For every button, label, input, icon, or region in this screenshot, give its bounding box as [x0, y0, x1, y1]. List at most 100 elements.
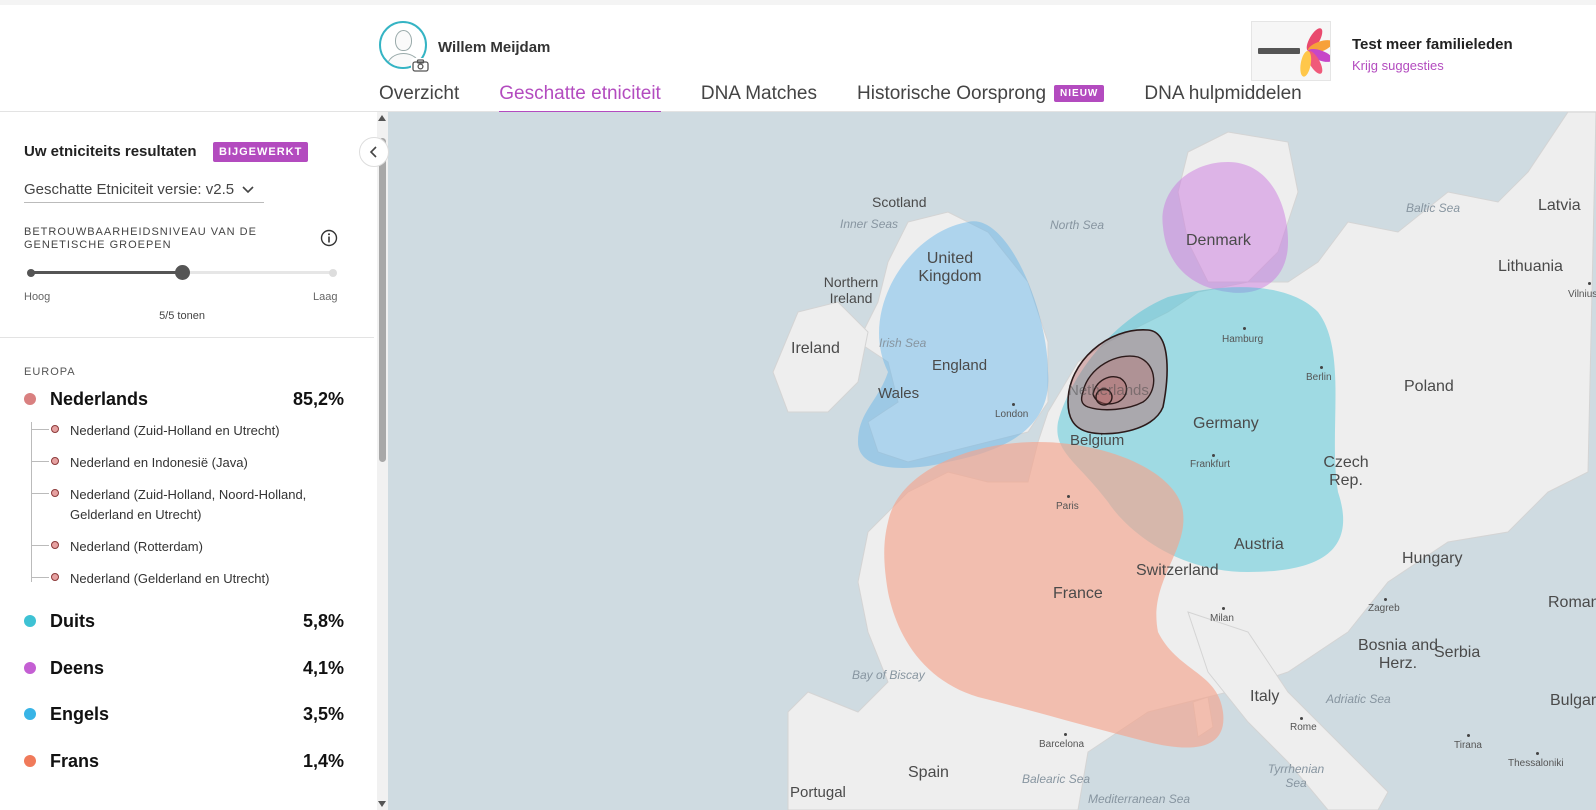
tree-branch [31, 461, 49, 462]
confidence-label: BETROUWBAARHEIDSNIVEAU VAN DE GENETISCHE… [24, 226, 257, 251]
ethnicity-percent: 4,1% [302, 657, 344, 678]
camera-icon[interactable] [411, 58, 430, 73]
kit-logo-shape [1258, 48, 1300, 54]
ethnicity-name: Engels [50, 703, 110, 724]
slider-status: 5/5 tonen [159, 310, 205, 322]
results-title: Uw etniciteits resultaten [24, 143, 197, 160]
map-label-city: Berlin [1306, 372, 1332, 383]
sub-region-dot [51, 573, 59, 581]
city-dot [1536, 752, 1539, 755]
tab-dna-matches[interactable]: DNA Matches [701, 83, 817, 111]
map-label-country: Latvia [1538, 197, 1581, 214]
ethnicity-percent: 3,5% [302, 703, 344, 724]
tab-dna-hulpmiddelen[interactable]: DNA hulpmiddelen [1144, 83, 1301, 111]
collapse-sidebar-button[interactable] [359, 137, 389, 167]
dna-kit-image[interactable] [1251, 21, 1331, 81]
avatar-head-shape [395, 30, 412, 51]
tab-historische-oorsprong[interactable]: Historische Oorsprong NIEUW [857, 83, 1105, 111]
map-label-country: Netherlands [1068, 382, 1149, 399]
promo-link[interactable]: Krijg suggesties [1352, 58, 1444, 73]
map-label-city: Frankfurt [1190, 459, 1231, 470]
map-label-country: Scotland [872, 194, 927, 210]
map-label-country: Belgium [1070, 432, 1125, 449]
map-label-country: Hungary [1402, 550, 1463, 567]
city-dot [1300, 717, 1303, 720]
sub-region-dot [51, 425, 59, 433]
map-label-sea: North Sea [1050, 218, 1105, 232]
ethnicity-row-deens[interactable]: Deens 4,1% [24, 656, 344, 680]
map-label-sea: Mediterranean Sea [1088, 792, 1191, 806]
map-label-country: Bulgaria [1550, 692, 1596, 709]
promo-title: Test meer familieleden [1352, 36, 1513, 53]
map-label-country: Denmark [1186, 232, 1251, 249]
slider-fill [30, 271, 182, 274]
updated-badge: BIJGEWERKT [213, 142, 309, 162]
color-dot [24, 662, 36, 674]
map-label-country: Serbia [1434, 644, 1481, 661]
map-label-sea: Inner Seas [840, 217, 899, 231]
map-canvas [772, 112, 1596, 810]
ethnicity-name: Frans [50, 750, 100, 771]
color-dot [24, 755, 36, 767]
tree-branch [31, 577, 49, 578]
ethnicity-percent: 85,2% [292, 388, 344, 409]
user-name: Willem Meijdam [438, 39, 551, 56]
map-label-country: Bosnia and Herz. [1357, 637, 1439, 672]
chevron-left-icon [369, 146, 377, 158]
map-label-city: Zagreb [1368, 603, 1400, 614]
sub-region-label: Nederland (Rotterdam) [70, 539, 203, 554]
slider-handle[interactable] [175, 265, 190, 280]
main-tabs: Overzicht Geschatte etniciteit DNA Match… [379, 83, 1342, 113]
info-icon[interactable] [320, 229, 338, 247]
tab-label: Overzicht [379, 83, 460, 104]
scroll-down-arrow[interactable] [378, 801, 386, 807]
city-dot [1384, 598, 1387, 601]
ethnicity-row-frans[interactable]: Frans 1,4% [24, 749, 344, 773]
ethnicity-sidebar: Uw etniciteits resultaten BIJGEWERKT Ges… [0, 113, 388, 810]
tab-label: Historische Oorsprong [857, 83, 1047, 104]
new-badge: NIEUW [1054, 85, 1105, 102]
map-label-sea: Bay of Biscay [852, 668, 925, 682]
tree-branch [31, 493, 49, 494]
slider-end-dot [329, 269, 337, 277]
slider-start-dot [27, 269, 35, 277]
kit-petal-shape [1298, 50, 1313, 78]
ethnicity-percent: 1,4% [302, 750, 344, 771]
slider-label-low: Laag [313, 291, 338, 303]
map-label-country: Lithuania [1498, 258, 1563, 275]
confidence-slider[interactable] [27, 263, 337, 283]
tree-branch [31, 545, 49, 546]
region-heading: EUROPA [24, 366, 76, 378]
map-label-sea: Balearic Sea [1022, 772, 1091, 786]
map-label-sea: Adriatic Sea [1326, 692, 1391, 706]
slider-label-high: Hoog [24, 291, 51, 303]
map-label-city: Milan [1210, 613, 1234, 624]
ethnicity-row-duits[interactable]: Duits 5,8% [24, 609, 344, 633]
divider [0, 337, 374, 338]
tree-branch [31, 429, 49, 430]
sub-region-label: Nederland (Zuid-Holland en Utrecht) [70, 423, 280, 438]
map-label-city: London [995, 409, 1029, 420]
page-header: Willem Meijdam Overzicht Geschatte etnic… [0, 5, 1596, 113]
map-label-city: Rome [1290, 722, 1317, 733]
ethnicity-map[interactable]: Scotland United Kingdom Northern Ireland… [388, 112, 1596, 810]
tab-label: DNA hulpmiddelen [1144, 83, 1302, 104]
map-label-country: Romania [1548, 594, 1596, 611]
version-select[interactable]: Geschatte Etniciteit versie: v2.5 [24, 177, 264, 203]
city-dot [1588, 282, 1591, 285]
map-label-city: Vilnius [1568, 289, 1596, 300]
city-dot [1467, 734, 1470, 737]
sub-region-label: Nederland (Gelderland en Utrecht) [70, 571, 270, 586]
version-select-value: Geschatte Etniciteit versie: v2.5 [24, 181, 235, 198]
ethnicity-row-nederlands[interactable]: Nederlands 85,2% [24, 387, 344, 411]
scroll-up-arrow[interactable] [378, 115, 386, 121]
tab-label: Geschatte etniciteit [499, 83, 661, 104]
scrollbar-thumb[interactable] [379, 138, 386, 462]
ethnicity-row-engels[interactable]: Engels 3,5% [24, 702, 344, 726]
color-dot [24, 393, 36, 405]
sidebar-scrollbar[interactable] [377, 112, 388, 810]
tab-overzicht[interactable]: Overzicht [379, 83, 459, 111]
tab-geschatte-etniciteit[interactable]: Geschatte etniciteit [499, 83, 661, 113]
map-label-country: France [1053, 585, 1103, 602]
map-label-city: Barcelona [1039, 739, 1085, 750]
